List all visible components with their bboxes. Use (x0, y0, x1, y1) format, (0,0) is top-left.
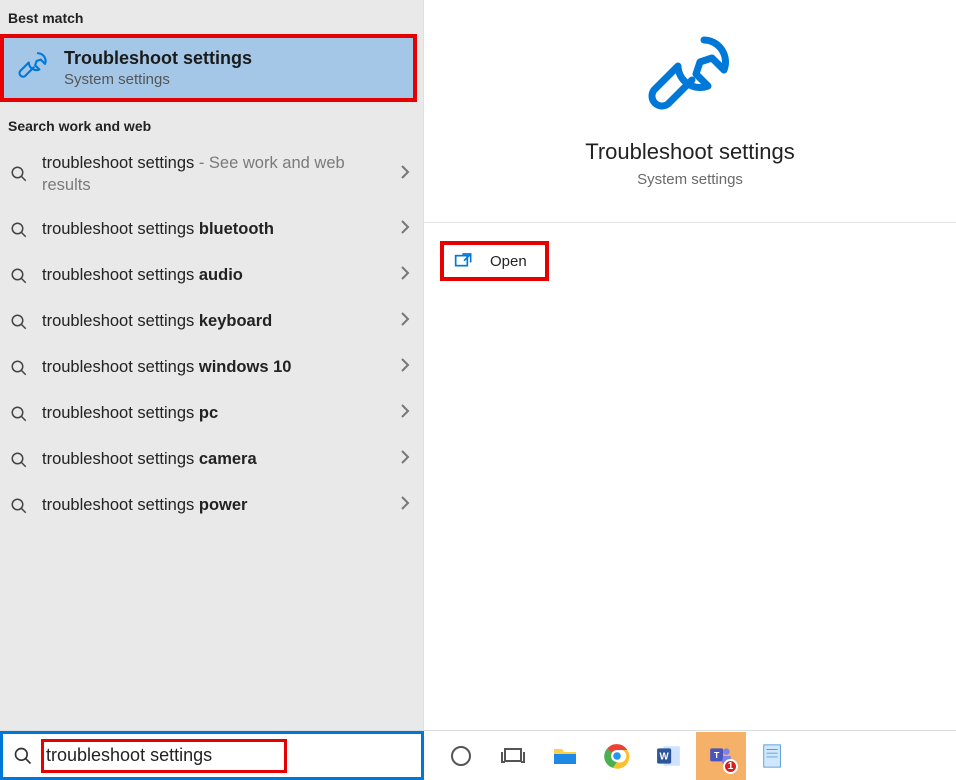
task-view-button[interactable] (488, 732, 538, 780)
chrome-button[interactable] (592, 732, 642, 780)
best-match-header: Best match (0, 0, 423, 34)
search-icon (8, 165, 30, 183)
word-button[interactable]: W (644, 732, 694, 780)
suggestion-text: troubleshoot settings power (42, 494, 387, 516)
taskbar-apps: W T 1 (424, 731, 956, 780)
suggestion-item[interactable]: troubleshoot settings bluetooth (0, 207, 423, 253)
chevron-right-icon (399, 265, 411, 286)
search-icon (8, 451, 30, 469)
teams-button[interactable]: T 1 (696, 732, 746, 780)
chevron-right-icon (399, 219, 411, 240)
chevron-right-icon (399, 164, 411, 185)
open-button[interactable]: Open (440, 241, 549, 281)
details-title: Troubleshoot settings (585, 139, 795, 165)
search-icon (8, 313, 30, 331)
suggestion-list: troubleshoot settings - See work and web… (0, 142, 423, 529)
suggestion-text: troubleshoot settings pc (42, 402, 387, 424)
notepad-button[interactable] (748, 732, 798, 780)
suggestion-item[interactable]: troubleshoot settings windows 10 (0, 345, 423, 391)
notification-badge: 1 (723, 759, 738, 774)
wrench-icon (642, 28, 738, 129)
best-match-title: Troubleshoot settings (64, 48, 252, 69)
suggestion-item[interactable]: troubleshoot settings keyboard (0, 299, 423, 345)
best-match-subtitle: System settings (64, 71, 252, 88)
wrench-icon (16, 49, 50, 88)
search-icon (8, 359, 30, 377)
suggestion-item[interactable]: troubleshoot settings pc (0, 391, 423, 437)
suggestion-item[interactable]: troubleshoot settings camera (0, 437, 423, 483)
search-icon (8, 221, 30, 239)
suggestion-text: troubleshoot settings audio (42, 264, 387, 286)
chevron-right-icon (399, 403, 411, 424)
details-subtitle: System settings (637, 171, 743, 188)
suggestion-text: troubleshoot settings bluetooth (42, 218, 387, 240)
chevron-right-icon (399, 311, 411, 332)
chevron-right-icon (399, 357, 411, 378)
chevron-right-icon (399, 449, 411, 470)
suggestion-item[interactable]: troubleshoot settings - See work and web… (0, 142, 423, 207)
suggestion-item[interactable]: troubleshoot settings audio (0, 253, 423, 299)
suggestion-text: troubleshoot settings windows 10 (42, 356, 387, 378)
search-input-highlight (41, 739, 287, 773)
cortana-button[interactable] (436, 732, 486, 780)
svg-text:T: T (714, 750, 720, 760)
suggestion-text: troubleshoot settings - See work and web… (42, 152, 387, 197)
open-label: Open (490, 253, 527, 270)
taskbar-search[interactable] (0, 731, 424, 780)
search-icon (8, 497, 30, 515)
search-results-panel: Best match Troubleshoot settings System … (0, 0, 424, 730)
suggestion-item[interactable]: troubleshoot settings power (0, 483, 423, 529)
details-panel: Troubleshoot settings System settings Op… (424, 0, 956, 730)
search-section-header: Search work and web (0, 108, 423, 142)
file-explorer-button[interactable] (540, 732, 590, 780)
search-icon (8, 405, 30, 423)
best-match-item[interactable]: Troubleshoot settings System settings (0, 34, 417, 102)
search-input[interactable] (46, 745, 278, 766)
best-match-text: Troubleshoot settings System settings (64, 48, 252, 88)
taskbar: W T 1 (0, 730, 956, 780)
chevron-right-icon (399, 495, 411, 516)
suggestion-text: troubleshoot settings camera (42, 448, 387, 470)
search-icon (8, 267, 30, 285)
suggestion-text: troubleshoot settings keyboard (42, 310, 387, 332)
search-icon (3, 746, 43, 766)
svg-text:W: W (660, 751, 670, 762)
open-icon (454, 250, 474, 273)
